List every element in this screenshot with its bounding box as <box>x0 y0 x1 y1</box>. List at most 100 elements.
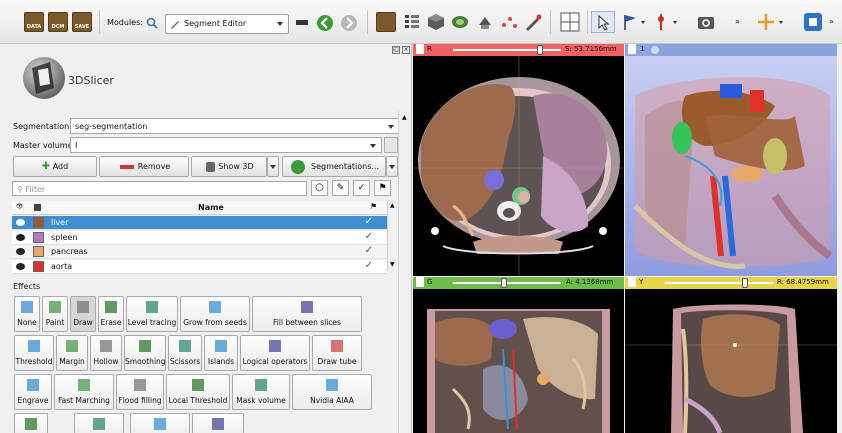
segment-row-liver[interactable]: liver ✓ <box>12 216 387 230</box>
yellow-slice-slider[interactable] <box>665 278 773 288</box>
green-slice-view[interactable]: G A: 4.1368mm <box>413 277 624 433</box>
effect-extra-button[interactable] <box>130 413 190 433</box>
effect-paint-button[interactable]: Paint <box>42 296 68 332</box>
filter-flag-button[interactable]: ⚑ <box>374 180 391 196</box>
effect-hollow-button[interactable]: Hollow <box>90 335 122 371</box>
pin-icon[interactable] <box>416 44 424 54</box>
effect-nvidia-aiaa-button[interactable]: Nvidia AIAA <box>292 374 372 410</box>
segment-name[interactable]: aorta <box>51 262 72 271</box>
panel-scrollbar[interactable]: ▲ <box>398 111 410 433</box>
effect-extra-button[interactable] <box>192 413 244 433</box>
threed-pin-icon[interactable] <box>628 44 636 54</box>
forward-arrow-icon[interactable] <box>340 14 358 32</box>
effect-smoothing-button[interactable]: Smoothing <box>124 335 166 371</box>
yellow-view-controller[interactable]: Y R: 68.4759mm <box>625 277 837 289</box>
segment-row-spleen[interactable]: spleen ✓ <box>12 230 387 245</box>
effect-level-tracing-button[interactable]: Level tracing <box>126 296 178 332</box>
green-pin-icon[interactable] <box>416 277 424 287</box>
segment-name[interactable]: liver <box>51 218 68 227</box>
visibility-eye-icon[interactable] <box>16 233 25 241</box>
segment-status-checkmark[interactable]: ✓ <box>365 260 373 271</box>
visibility-column-icon[interactable]: 👁 <box>16 203 24 210</box>
effect-draw-tube-button[interactable]: Draw tube <box>312 335 362 371</box>
scroll-up-icon[interactable]: ▲ <box>390 202 395 209</box>
toolbar-overflow-right-icon[interactable]: » <box>829 17 834 26</box>
three-d-view[interactable]: 1 <box>625 44 837 276</box>
yellow-slice-view[interactable]: Y R: 68.4759mm <box>625 277 837 433</box>
crosshair-icon[interactable] <box>757 13 775 31</box>
filter-complete-button[interactable]: ✓ <box>353 180 370 196</box>
load-data-icon[interactable]: DATA <box>24 12 44 32</box>
yellow-pin-icon[interactable] <box>628 277 636 287</box>
segment-color-swatch[interactable] <box>33 260 44 272</box>
visibility-eye-icon[interactable] <box>16 262 25 270</box>
yellow-slider-handle[interactable] <box>742 278 748 288</box>
segment-color-swatch[interactable] <box>33 246 44 257</box>
place-fiducial-icon[interactable] <box>621 13 639 31</box>
red-slice-slider[interactable] <box>453 45 561 55</box>
effect-fill-between-slices-button[interactable]: Fill between slices <box>252 296 362 332</box>
segment-status-checkmark[interactable]: ✓ <box>365 216 373 227</box>
segment-color-swatch[interactable] <box>33 231 44 243</box>
green-view-controller[interactable]: G A: 4.1368mm <box>413 277 624 289</box>
scroll-down-icon[interactable]: ▼ <box>390 261 395 268</box>
extension-manager-icon[interactable] <box>803 12 823 32</box>
crosshair-tool-icon[interactable] <box>654 13 668 31</box>
dicom-module-icon[interactable] <box>376 12 396 32</box>
segment-name[interactable]: spleen <box>51 233 77 242</box>
red-slice-view[interactable]: R S: 53.7156mm <box>413 44 624 276</box>
effect-extra-button[interactable] <box>14 413 48 433</box>
toolbar-overflow-icon[interactable]: » <box>735 17 740 26</box>
master-volume-selector[interactable]: I <box>70 137 382 153</box>
models-module-icon[interactable] <box>451 13 469 31</box>
fiducial-dropdown-icon[interactable] <box>641 21 645 24</box>
effect-extra-button[interactable] <box>74 413 124 433</box>
screenshot-icon[interactable] <box>697 13 715 31</box>
transforms-module-icon[interactable] <box>476 13 494 31</box>
effect-margin-button[interactable]: Margin <box>56 335 88 371</box>
effect-scissors-button[interactable]: Scissors <box>168 335 202 371</box>
back-arrow-icon[interactable] <box>316 14 334 32</box>
effect-fast-marching-button[interactable]: Fast Marching <box>54 374 114 410</box>
segment-row-aorta[interactable]: aorta ✓ <box>12 259 387 274</box>
segmentations-dropdown-button[interactable] <box>386 156 398 177</box>
layout-icon[interactable] <box>560 12 580 32</box>
segment-name[interactable]: pancreas <box>51 247 88 256</box>
name-column-header[interactable]: Name <box>198 203 224 212</box>
remove-segment-button[interactable]: Remove <box>99 156 189 177</box>
volumes-module-icon[interactable] <box>427 13 445 31</box>
red-slider-handle[interactable] <box>537 45 543 55</box>
center-view-icon[interactable] <box>651 46 659 54</box>
filter-status-button[interactable]: ○ <box>311 180 328 196</box>
segment-filter-input[interactable]: ⚲ Filter <box>12 181 307 196</box>
panel-scroll-up-icon[interactable]: ▲ <box>402 114 407 121</box>
close-panel-icon[interactable]: × <box>402 46 410 54</box>
search-modules-icon[interactable] <box>146 17 158 29</box>
crosshair-dropdown-icon[interactable] <box>779 21 783 24</box>
effect-grow-from-seeds-button[interactable]: Grow from seeds <box>180 296 250 332</box>
visibility-eye-icon[interactable] <box>16 248 25 255</box>
mouse-mode-select-button[interactable] <box>591 11 615 33</box>
undock-panel-icon[interactable]: ◱ <box>392 46 400 54</box>
effect-mask-volume-button[interactable]: Mask volume <box>232 374 290 410</box>
module-selector[interactable]: Segment Editor <box>165 14 289 34</box>
effect-logical-operators-button[interactable]: Logical operators <box>240 335 310 371</box>
segment-status-checkmark[interactable]: ✓ <box>365 231 373 242</box>
effect-flood-filling-button[interactable]: Flood filling <box>116 374 164 410</box>
markups-module-icon[interactable] <box>500 13 518 31</box>
tool-dropdown-icon[interactable] <box>673 21 677 24</box>
filter-edit-button[interactable]: ✎ <box>332 180 349 196</box>
effect-engrave-button[interactable]: Engrave <box>14 374 52 410</box>
save-icon[interactable]: SAVE <box>72 12 92 32</box>
segment-status-checkmark[interactable]: ✓ <box>365 245 373 256</box>
effect-draw-button[interactable]: Draw <box>70 296 96 332</box>
segment-editor-module-icon[interactable] <box>524 13 542 31</box>
green-slider-handle[interactable] <box>501 278 507 288</box>
add-segment-button[interactable]: ✚ Add <box>13 156 97 177</box>
green-slice-slider[interactable] <box>453 278 561 288</box>
segmentations-button[interactable]: Segmentations... <box>282 156 386 177</box>
dicom-icon[interactable]: DCM <box>48 12 68 32</box>
effect-threshold-button[interactable]: Threshold <box>14 335 54 371</box>
red-view-controller[interactable]: R S: 53.7156mm <box>413 44 624 56</box>
master-volume-options-button[interactable] <box>384 137 398 153</box>
